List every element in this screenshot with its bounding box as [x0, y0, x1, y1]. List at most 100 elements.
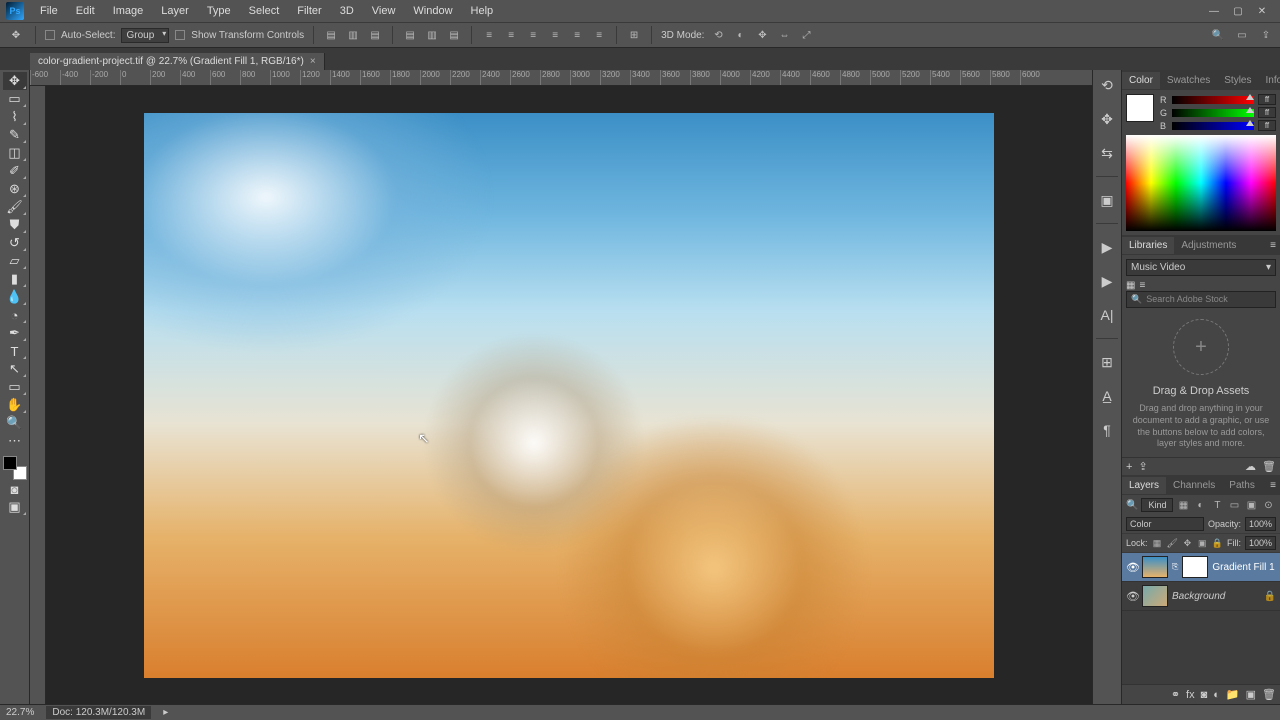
lock-all-icon[interactable]: 🔒 [1212, 537, 1223, 549]
distribute-hcenter-icon[interactable]: ≡ [569, 27, 585, 43]
brush-tool[interactable]: 🖌 [3, 198, 27, 216]
link-layers-icon[interactable]: ⚭ [1171, 688, 1180, 701]
filter-shape-icon[interactable]: ▭ [1227, 498, 1241, 512]
pen-tool[interactable]: ✒ [3, 324, 27, 342]
3d-pan-icon[interactable]: ✥ [754, 27, 770, 43]
lock-pixels-icon[interactable]: 🖌 [1166, 537, 1177, 549]
tab-close-icon[interactable]: × [310, 56, 316, 67]
visibility-toggle-icon[interactable]: 👁 [1126, 590, 1138, 603]
menu-type[interactable]: Type [199, 2, 239, 20]
layer-name[interactable]: Background [1172, 591, 1260, 602]
layer-thumbnail[interactable] [1142, 585, 1168, 607]
foreground-color-swatch[interactable] [3, 456, 17, 470]
close-window-button[interactable]: ✕ [1250, 2, 1274, 20]
layer-fx-icon[interactable]: fx [1186, 689, 1195, 701]
properties-panel-icon[interactable]: ✥ [1096, 108, 1118, 130]
lock-position-icon[interactable]: ✥ [1182, 537, 1193, 549]
gradient-tool[interactable]: ▮ [3, 270, 27, 288]
layer-name[interactable]: Gradient Fill 1 [1212, 562, 1276, 573]
add-content-icon[interactable]: + [1126, 461, 1132, 473]
menu-help[interactable]: Help [463, 2, 502, 20]
tab-swatches[interactable]: Swatches [1160, 72, 1217, 89]
add-graphic-icon[interactable]: ⇪ [1138, 460, 1147, 473]
adjustment-layer-icon[interactable]: ◐ [1213, 689, 1220, 701]
layer-background[interactable]: 👁 Background 🔒 [1122, 582, 1280, 611]
tab-adjustments[interactable]: Adjustments [1174, 237, 1243, 254]
path-select-tool[interactable]: ↖ [3, 360, 27, 378]
eyedropper-tool[interactable]: ✐ [3, 162, 27, 180]
tab-channels[interactable]: Channels [1166, 477, 1222, 494]
menu-filter[interactable]: Filter [289, 2, 329, 20]
menu-view[interactable]: View [364, 2, 404, 20]
menu-select[interactable]: Select [241, 2, 288, 20]
distribute-bottom-icon[interactable]: ≡ [525, 27, 541, 43]
distribute-right-icon[interactable]: ≡ [591, 27, 607, 43]
layer-mask-thumbnail[interactable] [1182, 556, 1208, 578]
tab-layers[interactable]: Layers [1122, 477, 1166, 494]
eraser-tool[interactable]: ▱ [3, 252, 27, 270]
edit-toolbar[interactable]: ⋯ [3, 432, 27, 450]
move-tool[interactable]: ✥ [3, 72, 27, 90]
color-swatches[interactable] [3, 456, 27, 480]
history-panel-icon[interactable]: ⟲ [1096, 74, 1118, 96]
blur-tool[interactable]: 💧 [3, 288, 27, 306]
grid-view-icon[interactable]: ▦ [1126, 280, 1135, 291]
quick-mask-tool[interactable]: ◙ [3, 480, 27, 498]
new-layer-icon[interactable]: ▣ [1246, 688, 1256, 701]
zoom-level[interactable]: 22.7% [6, 707, 34, 718]
history-brush-tool[interactable]: ↺ [3, 234, 27, 252]
g-value[interactable]: ff [1258, 107, 1276, 118]
glyphs-panel-icon[interactable]: A| [1096, 304, 1118, 326]
align-top-icon[interactable]: ▤ [402, 27, 418, 43]
minimize-button[interactable]: — [1202, 2, 1226, 20]
tab-color[interactable]: Color [1122, 72, 1160, 89]
maximize-button[interactable]: ▢ [1226, 2, 1250, 20]
filter-pixel-icon[interactable]: ▦ [1176, 498, 1190, 512]
info-panel-icon[interactable]: A̲ [1096, 385, 1118, 407]
search-icon[interactable]: 🔍 [1210, 27, 1226, 43]
distribute-top-icon[interactable]: ≡ [481, 27, 497, 43]
group-icon[interactable]: 📁 [1226, 688, 1240, 701]
sync-icon[interactable]: ☁ [1245, 460, 1256, 473]
actions-panel-icon[interactable]: ▣ [1096, 189, 1118, 211]
3d-slide-icon[interactable]: ⇔ [776, 27, 792, 43]
layers-panel-menu-icon[interactable]: ≡ [1266, 480, 1280, 491]
layer-thumbnail[interactable] [1142, 556, 1168, 578]
navigator-panel-icon[interactable]: ⊞ [1096, 351, 1118, 373]
distribute-vcenter-icon[interactable]: ≡ [503, 27, 519, 43]
menu-image[interactable]: Image [105, 2, 152, 20]
character-panel-icon[interactable]: ▶ [1096, 236, 1118, 258]
brush-panel-icon[interactable]: ⇆ [1096, 142, 1118, 164]
document-tab[interactable]: color-gradient-project.tif @ 22.7% (Grad… [30, 53, 325, 70]
align-left-icon[interactable]: ▤ [323, 27, 339, 43]
tab-libraries[interactable]: Libraries [1122, 237, 1174, 254]
r-value[interactable]: ff [1258, 94, 1276, 105]
library-dropdown[interactable]: Music Video▾ [1126, 259, 1276, 276]
screen-mode-tool[interactable]: ▣ [3, 498, 27, 516]
visibility-toggle-icon[interactable]: 👁 [1126, 561, 1138, 574]
3d-orbit-icon[interactable]: ⟲ [710, 27, 726, 43]
type-tool[interactable]: T [3, 342, 27, 360]
tab-info[interactable]: Info [1259, 72, 1280, 89]
status-arrow-icon[interactable]: ▸ [163, 707, 168, 718]
healing-tool[interactable]: ⊛ [3, 180, 27, 198]
b-slider[interactable] [1172, 122, 1254, 130]
filter-adjust-icon[interactable]: ◐ [1193, 498, 1207, 512]
align-center-v-icon[interactable]: ▥ [424, 27, 440, 43]
layer-mask-icon[interactable]: ◙ [1201, 689, 1208, 701]
layer-gradient-fill[interactable]: 👁 ⎘ Gradient Fill 1 [1122, 553, 1280, 582]
color-spectrum[interactable] [1126, 135, 1276, 231]
notes-panel-icon[interactable]: ¶ [1096, 419, 1118, 441]
menu-layer[interactable]: Layer [153, 2, 197, 20]
quick-select-tool[interactable]: ✎ [3, 126, 27, 144]
filter-type-dropdown[interactable]: Kind [1141, 498, 1173, 512]
opacity-value[interactable]: 100% [1245, 517, 1276, 531]
paragraph-panel-icon[interactable]: ▶ [1096, 270, 1118, 292]
dodge-tool[interactable]: ◔ [3, 306, 27, 324]
list-view-icon[interactable]: ≡ [1139, 280, 1145, 291]
menu-window[interactable]: Window [405, 2, 460, 20]
shape-tool[interactable]: ▭ [3, 378, 27, 396]
lasso-tool[interactable]: ⌇ [3, 108, 27, 126]
distribute-left-icon[interactable]: ≡ [547, 27, 563, 43]
auto-select-checkbox[interactable] [45, 30, 55, 40]
